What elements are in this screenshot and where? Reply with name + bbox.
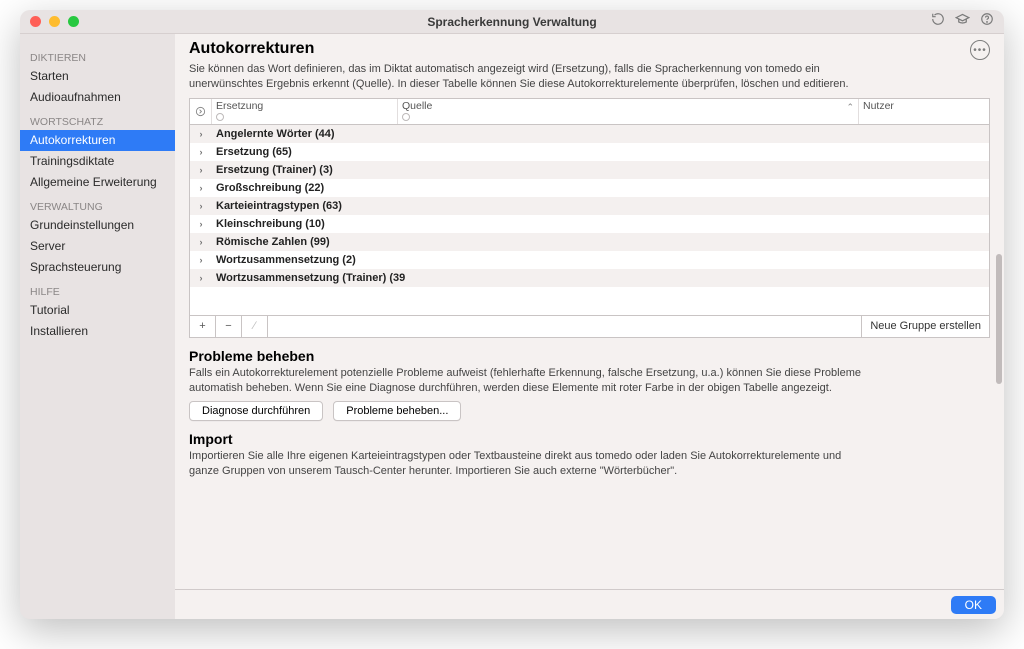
- filter-indicator-icon[interactable]: [402, 113, 410, 121]
- chevron-right-icon[interactable]: ›: [190, 219, 212, 229]
- window-body: DIKTIEREN Starten Audioaufnahmen WORTSCH…: [20, 34, 1004, 619]
- autocorrect-table: Ersetzung Quelle ⌃ Nutzer ›An: [189, 98, 990, 338]
- sidebar-item-installieren[interactable]: Installieren: [20, 321, 175, 342]
- row-label: Wortzusammensetzung (2): [212, 254, 356, 266]
- chevron-right-icon[interactable]: ›: [190, 237, 212, 247]
- import-title: Import: [189, 431, 990, 447]
- row-label: Ersetzung (65): [212, 146, 292, 158]
- table-footer: + − ∕ Neue Gruppe erstellen: [190, 315, 989, 337]
- footer-spacer: [268, 316, 861, 337]
- traffic-lights: [30, 16, 79, 27]
- remove-button[interactable]: −: [216, 316, 242, 337]
- row-label: Angelernte Wörter (44): [212, 128, 335, 140]
- sidebar-item-audioaufnahmen[interactable]: Audioaufnahmen: [20, 87, 175, 108]
- table-body[interactable]: ›Angelernte Wörter (44) ›Ersetzung (65) …: [190, 125, 989, 315]
- window: Spracherkennung Verwaltung DIKTIEREN Sta…: [20, 10, 1004, 619]
- page-heading: Autokorrekturen: [189, 40, 869, 58]
- sidebar-item-grundeinstellungen[interactable]: Grundeinstellungen: [20, 215, 175, 236]
- new-group-button[interactable]: Neue Gruppe erstellen: [861, 316, 989, 337]
- column-label: Quelle: [402, 100, 854, 112]
- close-button[interactable]: [30, 16, 41, 27]
- table-row[interactable]: ›Wortzusammensetzung (Trainer) (39: [190, 269, 989, 287]
- sidebar-section-wortschatz: WORTSCHATZ: [20, 108, 175, 130]
- window-title: Spracherkennung Verwaltung: [20, 15, 1004, 29]
- column-header-nutzer[interactable]: Nutzer: [859, 99, 989, 124]
- minimize-button[interactable]: [49, 16, 60, 27]
- table-row[interactable]: ›Angelernte Wörter (44): [190, 125, 989, 143]
- sidebar-item-autokorrekturen[interactable]: Autokorrekturen: [20, 130, 175, 151]
- education-icon[interactable]: [955, 12, 970, 32]
- more-actions-icon[interactable]: •••: [970, 40, 990, 60]
- row-label: Wortzusammensetzung (Trainer) (39: [212, 272, 405, 284]
- column-label: Ersetzung: [216, 100, 393, 112]
- import-desc: Importieren Sie alle Ihre eigenen Kartei…: [189, 449, 869, 479]
- sidebar-section-verwaltung: VERWALTUNG: [20, 193, 175, 215]
- fix-problems-button[interactable]: Probleme beheben...: [333, 401, 461, 421]
- add-button[interactable]: +: [190, 316, 216, 337]
- filter-indicator-icon[interactable]: [216, 113, 224, 121]
- help-icon[interactable]: [980, 12, 994, 31]
- bottom-bar: OK: [175, 589, 1004, 619]
- chevron-right-icon[interactable]: ›: [190, 147, 212, 157]
- expand-all-toggle[interactable]: [190, 99, 212, 124]
- chevron-right-icon[interactable]: ›: [190, 183, 212, 193]
- sidebar-section-hilfe: HILFE: [20, 278, 175, 300]
- maximize-button[interactable]: [68, 16, 79, 27]
- chevron-right-icon[interactable]: ›: [190, 165, 212, 175]
- row-label: Karteieintragstypen (63): [212, 200, 342, 212]
- titlebar-actions: [931, 12, 994, 32]
- refresh-icon[interactable]: [931, 12, 945, 31]
- table-row[interactable]: ›Wortzusammensetzung (2): [190, 251, 989, 269]
- column-header-quelle[interactable]: Quelle ⌃: [398, 99, 859, 124]
- row-label: Kleinschreibung (10): [212, 218, 325, 230]
- sidebar-item-sprachsteuerung[interactable]: Sprachsteuerung: [20, 257, 175, 278]
- sidebar-item-trainingsdiktate[interactable]: Trainingsdiktate: [20, 151, 175, 172]
- sort-ascending-icon: ⌃: [846, 102, 854, 113]
- table-row[interactable]: ›Kleinschreibung (10): [190, 215, 989, 233]
- page-description: Sie können das Wort definieren, das im D…: [189, 62, 869, 92]
- chevron-right-icon[interactable]: ›: [190, 201, 212, 211]
- table-row[interactable]: ›Römische Zahlen (99): [190, 233, 989, 251]
- table-row[interactable]: ›Großschreibung (22): [190, 179, 989, 197]
- sidebar-item-tutorial[interactable]: Tutorial: [20, 300, 175, 321]
- titlebar: Spracherkennung Verwaltung: [20, 10, 1004, 34]
- sidebar-item-server[interactable]: Server: [20, 236, 175, 257]
- troubleshoot-title: Probleme beheben: [189, 348, 990, 364]
- main-pane: Autokorrekturen Sie können das Wort defi…: [175, 34, 1004, 619]
- row-label: Großschreibung (22): [212, 182, 324, 194]
- ok-button[interactable]: OK: [951, 596, 996, 614]
- column-label: Nutzer: [863, 100, 985, 112]
- main-scroll[interactable]: Autokorrekturen Sie können das Wort defi…: [175, 34, 1004, 589]
- row-label: Ersetzung (Trainer) (3): [212, 164, 333, 176]
- table-row[interactable]: ›Karteieintragstypen (63): [190, 197, 989, 215]
- troubleshoot-desc: Falls ein Autokorrekturelement potenziel…: [189, 366, 869, 396]
- sidebar-item-starten[interactable]: Starten: [20, 66, 175, 87]
- row-label: Römische Zahlen (99): [212, 236, 330, 248]
- sidebar-section-diktieren: DIKTIEREN: [20, 44, 175, 66]
- chevron-right-icon[interactable]: ›: [190, 273, 212, 283]
- chevron-right-icon[interactable]: ›: [190, 129, 212, 139]
- edit-button[interactable]: ∕: [242, 316, 268, 337]
- table-row[interactable]: ›Ersetzung (Trainer) (3): [190, 161, 989, 179]
- diagnose-button[interactable]: Diagnose durchführen: [189, 401, 323, 421]
- chevron-right-icon[interactable]: ›: [190, 255, 212, 265]
- sidebar-item-allg-erweiterung[interactable]: Allgemeine Erweiterung: [20, 172, 175, 193]
- table-header: Ersetzung Quelle ⌃ Nutzer: [190, 99, 989, 125]
- table-row[interactable]: ›Ersetzung (65): [190, 143, 989, 161]
- sidebar: DIKTIEREN Starten Audioaufnahmen WORTSCH…: [20, 34, 175, 619]
- column-header-ersetzung[interactable]: Ersetzung: [212, 99, 398, 124]
